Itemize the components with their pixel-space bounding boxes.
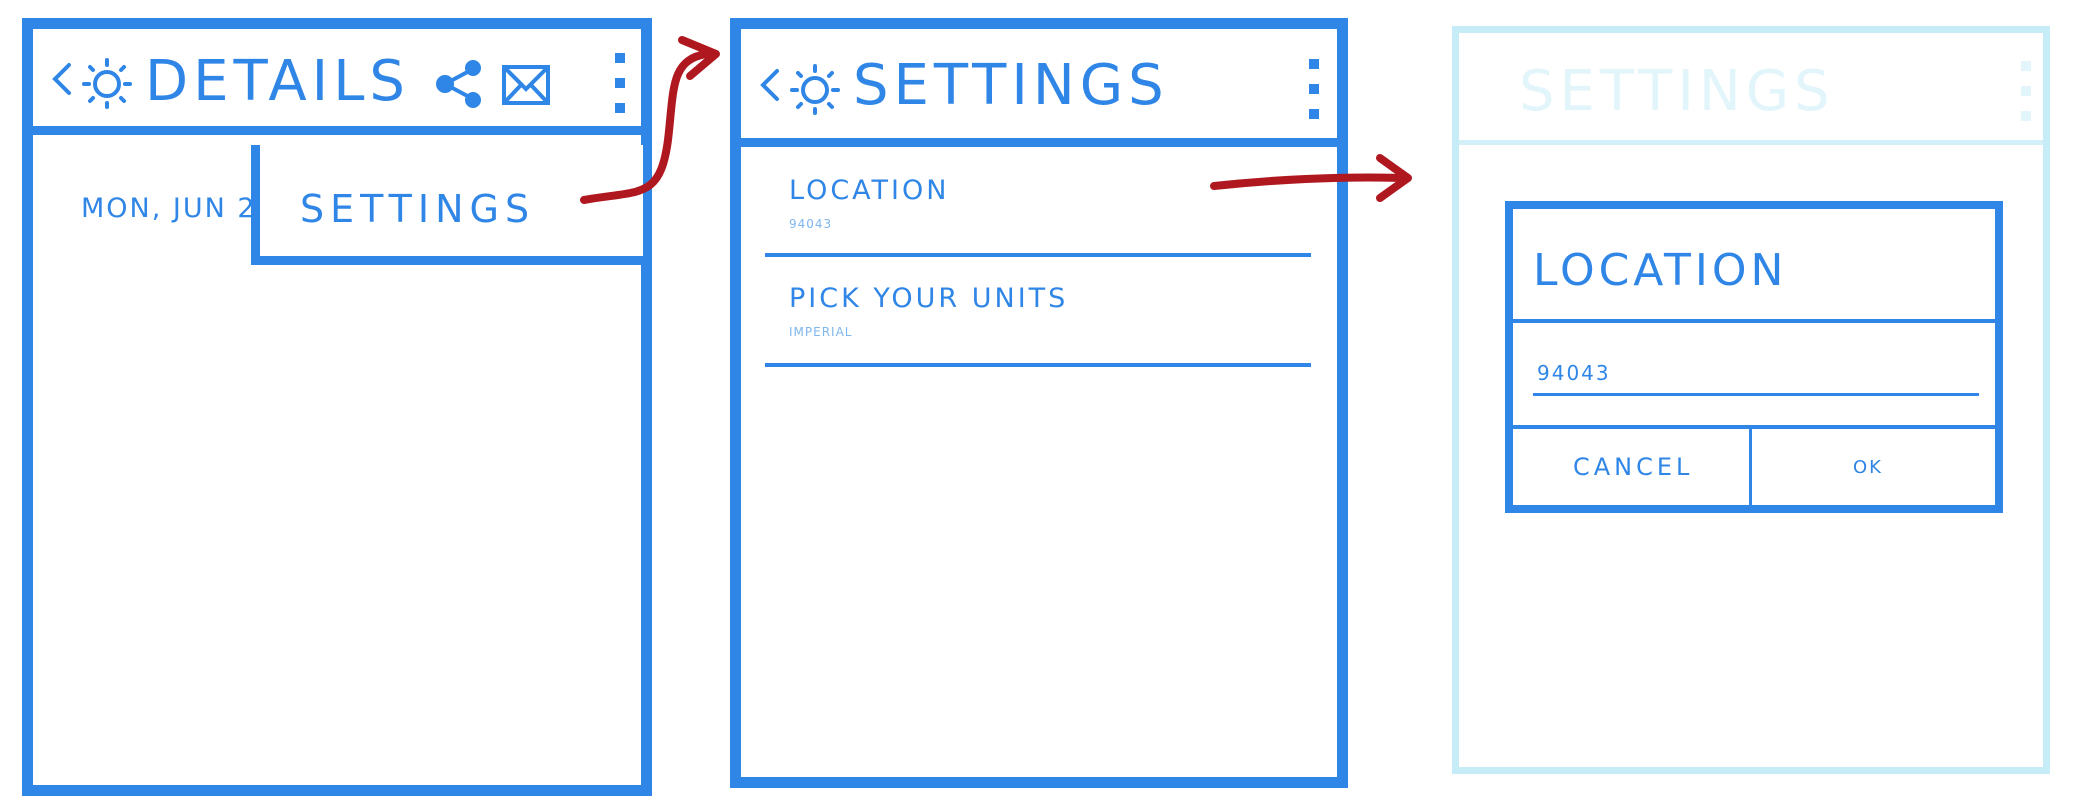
- flow-arrow: [580, 36, 1412, 204]
